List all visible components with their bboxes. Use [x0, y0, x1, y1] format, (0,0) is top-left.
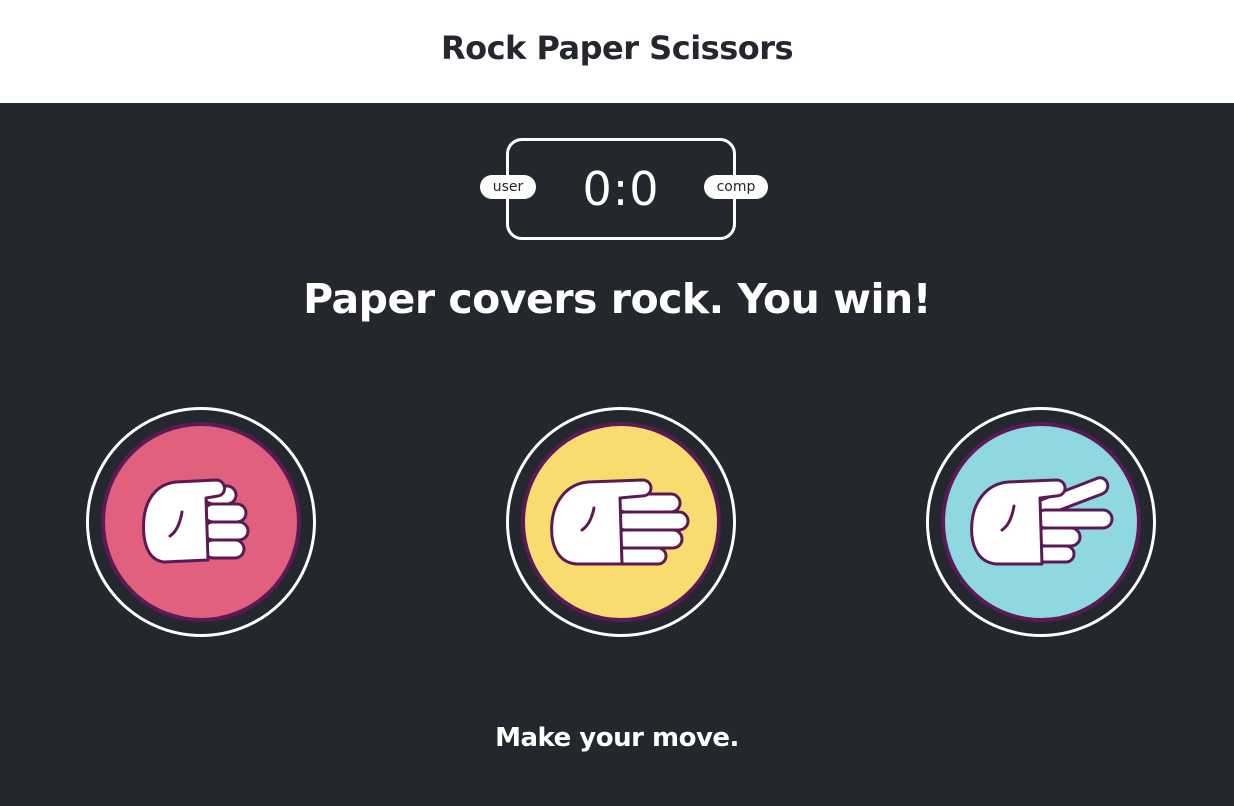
move-prompt: Make your move.: [495, 723, 739, 753]
score-display: 0:0: [582, 162, 660, 216]
app-header: Rock Paper Scissors: [0, 0, 1234, 103]
game-area: 0:0 user comp Paper covers rock. You win…: [0, 103, 1234, 806]
scissors-button-face: [941, 422, 1141, 622]
rock-button-face: [101, 422, 301, 622]
scoreboard: 0:0: [506, 138, 736, 240]
scissors-button[interactable]: [926, 407, 1156, 637]
user-score-badge: user: [480, 175, 536, 199]
scissors-hand-icon: [970, 476, 1114, 566]
result-message: Paper covers rock. You win!: [303, 275, 931, 323]
rock-hand-icon: [142, 478, 250, 564]
comp-score-badge: comp: [704, 175, 768, 199]
rock-button[interactable]: [86, 407, 316, 637]
page-title: Rock Paper Scissors: [440, 28, 794, 67]
paper-button[interactable]: [506, 407, 736, 637]
paper-hand-icon: [550, 478, 690, 566]
paper-button-face: [521, 422, 721, 622]
